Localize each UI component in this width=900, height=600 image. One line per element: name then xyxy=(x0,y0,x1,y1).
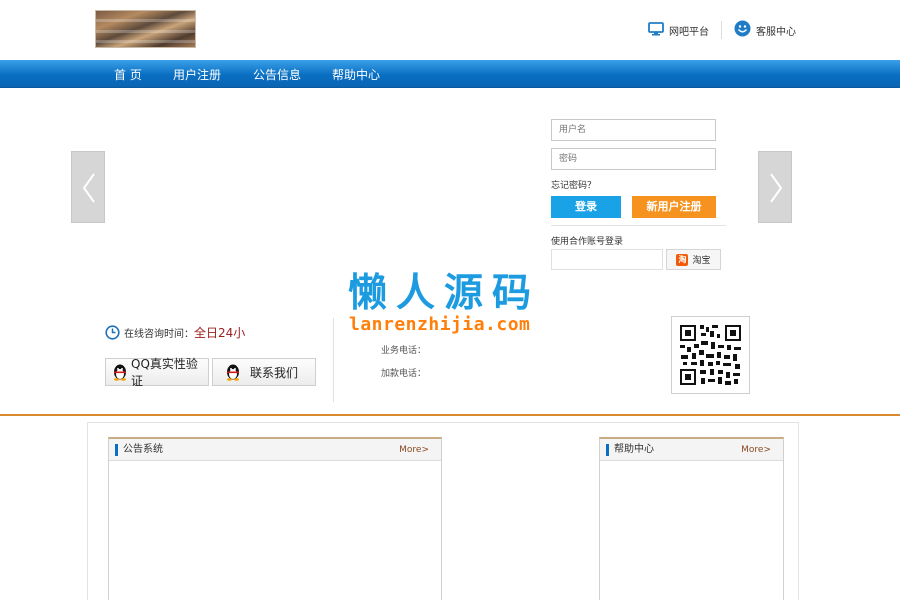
notice-panel: 公告系统 More> xyxy=(108,437,442,600)
help-panel-title: 帮助中心 xyxy=(606,444,654,456)
slider-prev-button[interactable] xyxy=(71,151,105,223)
login-button[interactable]: 登录 xyxy=(551,196,621,218)
consult-divider xyxy=(333,318,334,402)
taobao-icon: 淘 xyxy=(676,253,689,266)
qq-verify-button[interactable]: QQ真实性验证 xyxy=(105,357,209,388)
add-money-phone-label: 加款电话： xyxy=(381,369,427,379)
main-nav: 首 页 用户注册 公告信息 帮助中心 xyxy=(0,60,900,88)
top-links-divider xyxy=(721,21,722,39)
business-phone-label: 业务电话： xyxy=(381,346,427,356)
monitor-icon xyxy=(648,21,664,39)
help-panel: 帮助中心 More> xyxy=(599,437,784,600)
nav-home[interactable]: 首 页 xyxy=(114,66,142,83)
password-input[interactable] xyxy=(551,148,716,170)
service-center-link[interactable]: 客服中心 xyxy=(734,20,796,40)
watermark-title: 懒人源码 xyxy=(348,271,541,316)
contact-us-button[interactable]: 联系我们 xyxy=(212,358,316,386)
nav-notices[interactable]: 公告信息 xyxy=(253,66,301,83)
taobao-label: 淘宝 xyxy=(692,256,711,266)
page: 网吧平台 客服中心 首 页 用户注册 公告信息 帮助中心 忘记密码？ 登录 新用… xyxy=(0,0,900,600)
online-consult-time: 在线咨询时间： 全日24小 xyxy=(105,324,245,341)
login-divider xyxy=(551,225,726,226)
netbar-platform-label: 网吧平台 xyxy=(669,26,709,38)
qq-verify-label: QQ真实性验证 xyxy=(131,357,198,388)
site-logo[interactable] xyxy=(95,10,196,48)
qq-penguin-icon xyxy=(112,363,128,381)
chevron-left-icon xyxy=(82,173,95,203)
notice-panel-title: 公告系统 xyxy=(115,444,163,456)
netbar-platform-link[interactable]: 网吧平台 xyxy=(648,21,709,39)
top-links: 网吧平台 客服中心 xyxy=(648,20,796,40)
partner-login-slot xyxy=(551,249,663,270)
chevron-right-icon xyxy=(770,173,783,203)
smiley-icon xyxy=(734,20,751,40)
username-input[interactable] xyxy=(551,119,716,141)
nav-register[interactable]: 用户注册 xyxy=(173,66,221,83)
register-button[interactable]: 新用户注册 xyxy=(632,196,716,218)
nav-help[interactable]: 帮助中心 xyxy=(332,66,380,83)
online-label: 在线咨询时间： xyxy=(124,329,194,340)
service-center-label: 客服中心 xyxy=(756,26,796,38)
qr-code xyxy=(671,316,750,394)
help-panel-header: 帮助中心 More> xyxy=(600,439,783,461)
taobao-login-button[interactable]: 淘 淘宝 xyxy=(666,249,721,270)
qq-penguin-icon xyxy=(225,363,241,381)
watermark-url: lanrenzhijia.com xyxy=(349,314,531,335)
forgot-password-link[interactable]: 忘记密码？ xyxy=(551,178,596,191)
partner-login-label: 使用合作账号登录 xyxy=(551,237,624,247)
slider-next-button[interactable] xyxy=(758,151,792,223)
help-more-link[interactable]: More> xyxy=(741,445,771,455)
clock-icon xyxy=(105,325,120,340)
notice-panel-header: 公告系统 More> xyxy=(109,439,441,461)
online-time: 全日24小 xyxy=(194,326,246,340)
contact-us-label: 联系我们 xyxy=(250,365,299,380)
section-divider xyxy=(0,414,900,416)
notice-more-link[interactable]: More> xyxy=(399,445,429,455)
